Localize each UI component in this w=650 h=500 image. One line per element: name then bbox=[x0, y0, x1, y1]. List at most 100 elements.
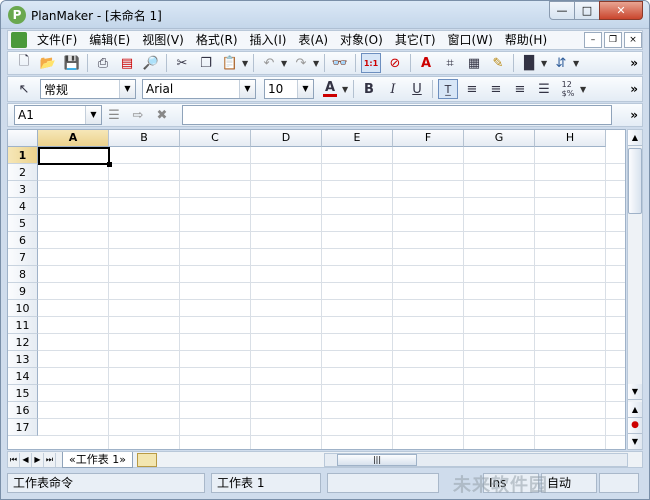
menu-object[interactable]: 对象(O) bbox=[334, 31, 389, 49]
paste-dropdown-icon[interactable]: ▼ bbox=[242, 59, 250, 68]
sort-dropdown-icon[interactable]: ▼ bbox=[573, 59, 581, 68]
menu-help[interactable]: 帮助(H) bbox=[499, 31, 553, 49]
minimize-button[interactable]: — bbox=[549, 1, 575, 20]
horizontal-scrollbar[interactable]: ||| bbox=[324, 453, 628, 467]
doc-close-button[interactable]: × bbox=[624, 32, 642, 48]
scroll-thumb[interactable] bbox=[628, 148, 642, 214]
doc-minimize-button[interactable]: – bbox=[584, 32, 602, 48]
toolbar-overflow-icon[interactable]: » bbox=[630, 82, 638, 96]
font-color-dropdown-icon[interactable]: ▼ bbox=[342, 85, 350, 94]
number-format-icon[interactable]: 12 $% bbox=[558, 79, 578, 99]
print-icon[interactable]: ⎙ bbox=[93, 53, 113, 73]
scroll-down-icon[interactable]: ▼ bbox=[628, 384, 642, 400]
redo-dropdown-icon[interactable]: ▼ bbox=[313, 59, 321, 68]
row-header-10[interactable]: 10 bbox=[8, 300, 38, 317]
row-header-4[interactable]: 4 bbox=[8, 198, 38, 215]
doc-restore-button[interactable]: ❐ bbox=[604, 32, 622, 48]
row-header-2[interactable]: 2 bbox=[8, 164, 38, 181]
column-header-B[interactable]: B bbox=[109, 130, 180, 147]
column-header-G[interactable]: G bbox=[464, 130, 535, 147]
row-header-11[interactable]: 11 bbox=[8, 317, 38, 334]
style-select[interactable]: 常规 ▼ bbox=[40, 79, 136, 99]
formula-accept-icon[interactable]: ⇨ bbox=[128, 105, 148, 125]
menu-insert[interactable]: 插入(I) bbox=[244, 31, 293, 49]
chevron-down-icon[interactable]: ▼ bbox=[85, 106, 101, 124]
column-header-C[interactable]: C bbox=[180, 130, 251, 147]
column-header-A[interactable]: A bbox=[38, 130, 109, 147]
first-sheet-icon[interactable]: ⏮ bbox=[8, 452, 20, 467]
zoom-actual-icon[interactable]: 1:1 bbox=[361, 53, 381, 73]
chart-dropdown-icon[interactable]: ▼ bbox=[541, 59, 549, 68]
menu-file[interactable]: 文件(F) bbox=[31, 31, 83, 49]
column-header-D[interactable]: D bbox=[251, 130, 322, 147]
paste-icon[interactable]: 📋 bbox=[220, 53, 240, 73]
cell-reference-box[interactable]: A1 ▼ bbox=[14, 105, 102, 125]
column-header-H[interactable]: H bbox=[535, 130, 606, 147]
column-header-E[interactable]: E bbox=[322, 130, 393, 147]
row-header-3[interactable]: 3 bbox=[8, 181, 38, 198]
row-header-1[interactable]: 1 bbox=[8, 147, 38, 164]
sort-icon[interactable]: ⇵ bbox=[551, 53, 571, 73]
copy-icon[interactable]: ❐ bbox=[196, 53, 216, 73]
row-header-12[interactable]: 12 bbox=[8, 334, 38, 351]
open-icon[interactable]: 📂 bbox=[38, 53, 58, 73]
chevron-down-icon[interactable]: ▼ bbox=[239, 80, 255, 98]
textframe-icon[interactable]: A bbox=[416, 53, 436, 73]
row-header-15[interactable]: 15 bbox=[8, 385, 38, 402]
font-select[interactable]: Arial ▼ bbox=[142, 79, 256, 99]
formula-input[interactable] bbox=[182, 105, 612, 125]
chart-icon[interactable]: █ bbox=[519, 53, 539, 73]
align-center-icon[interactable]: ≡ bbox=[486, 79, 506, 99]
active-cell-A1[interactable] bbox=[38, 147, 112, 167]
row-header-7[interactable]: 7 bbox=[8, 249, 38, 266]
table-icon[interactable]: ⌗ bbox=[440, 53, 460, 73]
pdf-export-icon[interactable]: ▤ bbox=[117, 53, 137, 73]
last-sheet-icon[interactable]: ⏭ bbox=[44, 452, 56, 467]
planmaker-app-icon[interactable]: P bbox=[8, 6, 26, 24]
prev-sheet-icon[interactable]: ◀ bbox=[20, 452, 32, 467]
row-header-6[interactable]: 6 bbox=[8, 232, 38, 249]
zoom-icon[interactable]: ⊘ bbox=[385, 53, 405, 73]
sheet-tab-1[interactable]: «工作表 1» bbox=[62, 451, 133, 468]
undo-icon[interactable]: ↶ bbox=[259, 53, 279, 73]
close-button[interactable]: ✕ bbox=[599, 1, 643, 20]
new-icon[interactable]: 🗋 bbox=[14, 53, 34, 73]
wrap-text-icon[interactable]: T̲ bbox=[438, 79, 458, 99]
cut-icon[interactable]: ✂ bbox=[172, 53, 192, 73]
status-calc-mode[interactable]: 自动 bbox=[541, 473, 597, 493]
number-format-dropdown-icon[interactable]: ▼ bbox=[580, 85, 588, 94]
row-header-16[interactable]: 16 bbox=[8, 402, 38, 419]
menu-format[interactable]: 格式(R) bbox=[190, 31, 244, 49]
align-left-icon[interactable]: ≡ bbox=[462, 79, 482, 99]
new-sheet-icon[interactable] bbox=[136, 452, 157, 467]
print-preview-icon[interactable]: 🔎 bbox=[141, 53, 161, 73]
justify-icon[interactable]: ☰ bbox=[534, 79, 554, 99]
chevron-down-icon[interactable]: ▼ bbox=[119, 80, 135, 98]
page-up-icon[interactable]: ▲ bbox=[628, 402, 642, 418]
font-color-icon[interactable]: A bbox=[320, 79, 340, 99]
menu-other[interactable]: 其它(T) bbox=[389, 31, 442, 49]
toolbar-overflow-icon[interactable]: » bbox=[630, 56, 638, 70]
undo-dropdown-icon[interactable]: ▼ bbox=[281, 59, 289, 68]
pointer-icon[interactable]: ↖ bbox=[14, 79, 34, 99]
align-right-icon[interactable]: ≡ bbox=[510, 79, 530, 99]
formula-insert-icon[interactable]: ✖ bbox=[152, 105, 172, 125]
next-sheet-icon[interactable]: ▶ bbox=[32, 452, 44, 467]
row-header-13[interactable]: 13 bbox=[8, 351, 38, 368]
column-header-F[interactable]: F bbox=[393, 130, 464, 147]
row-header-17[interactable]: 17 bbox=[8, 419, 38, 436]
horizontal-scroll-thumb[interactable]: ||| bbox=[337, 454, 417, 466]
maximize-button[interactable]: □ bbox=[574, 1, 600, 20]
page-down-icon[interactable]: ▼ bbox=[628, 434, 642, 450]
spreadsheet-grid[interactable]: ABCDEFGH 1 2 3 4 5 6 7 8 9 10 11 12 13 14 15 16 17 bbox=[7, 129, 626, 450]
save-icon[interactable]: 💾 bbox=[62, 53, 82, 73]
find-icon[interactable]: 👓 bbox=[330, 53, 350, 73]
chevron-down-icon[interactable]: ▼ bbox=[297, 80, 313, 98]
row-header-5[interactable]: 5 bbox=[8, 215, 38, 232]
row-header-14[interactable]: 14 bbox=[8, 368, 38, 385]
menu-view[interactable]: 视图(V) bbox=[136, 31, 190, 49]
formula-cancel-icon[interactable]: ☰ bbox=[104, 105, 124, 125]
menu-window[interactable]: 窗口(W) bbox=[442, 31, 499, 49]
select-all-corner[interactable] bbox=[8, 130, 38, 147]
italic-button[interactable]: I bbox=[383, 79, 403, 99]
